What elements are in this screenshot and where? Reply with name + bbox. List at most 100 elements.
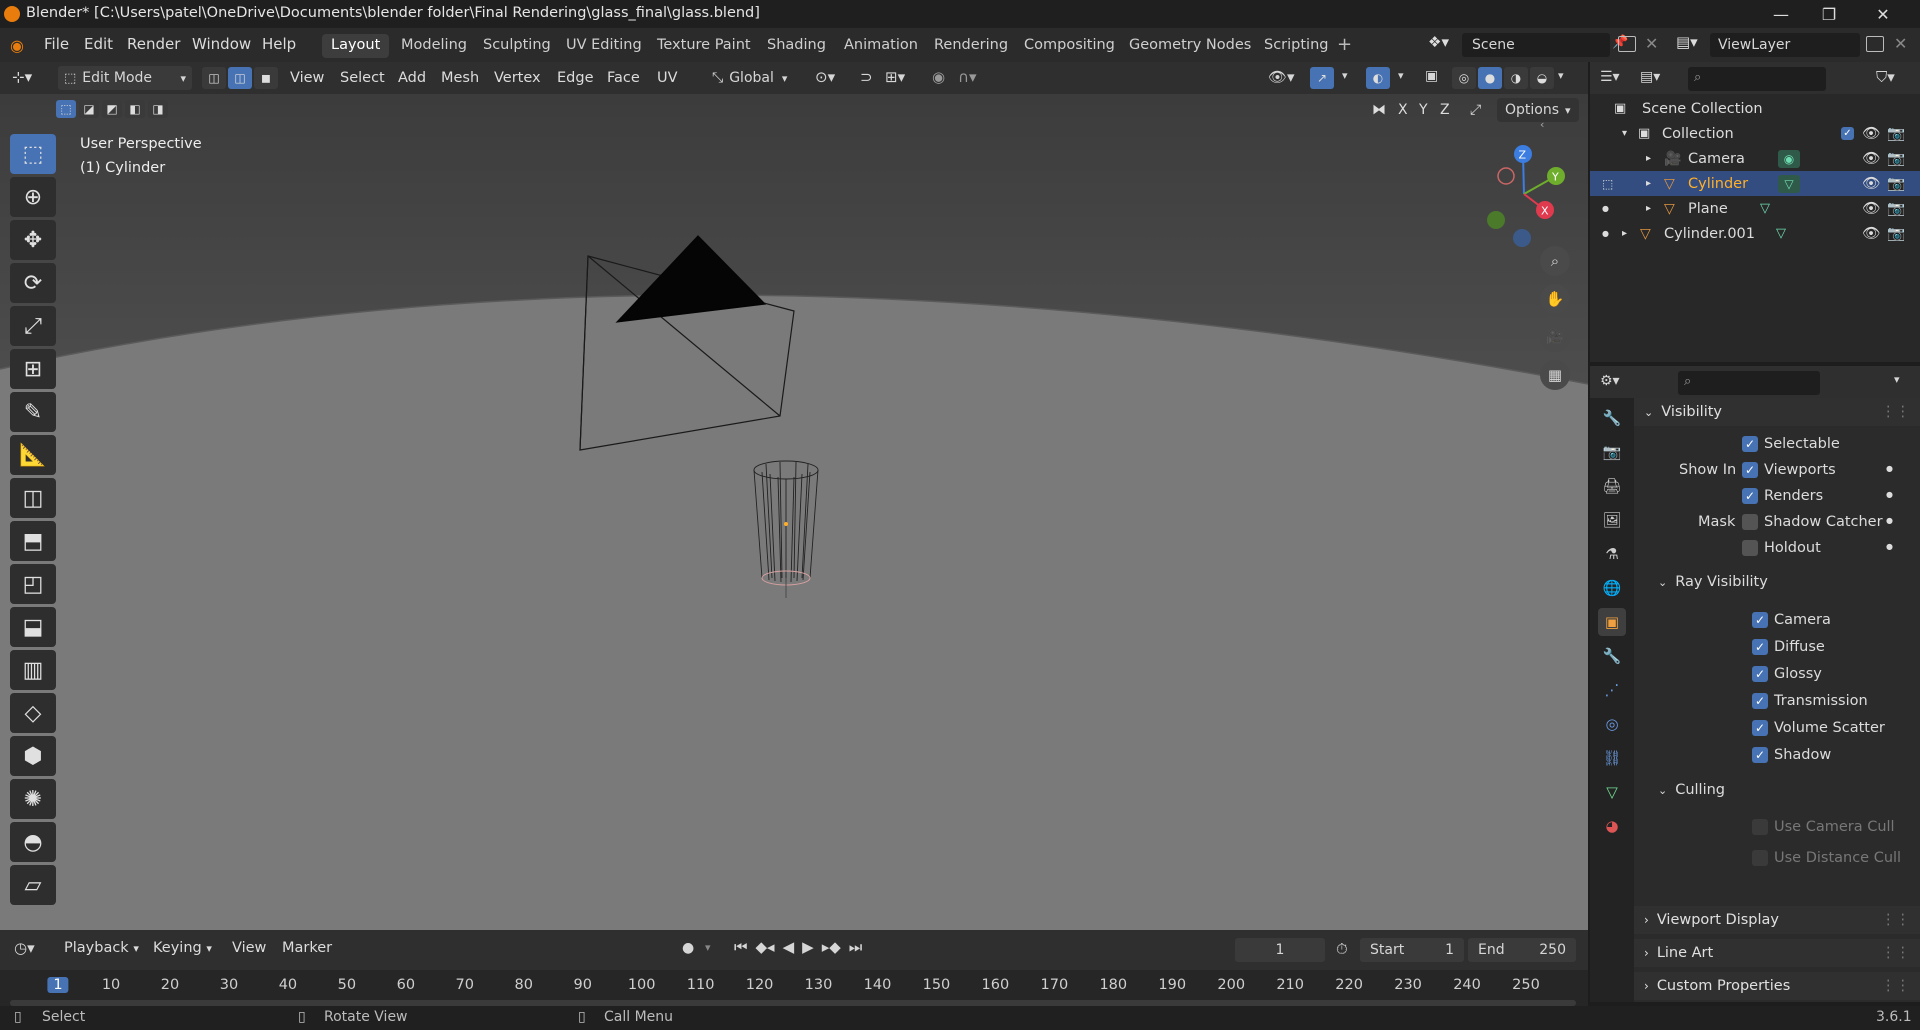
menu-add[interactable]: Add bbox=[398, 70, 426, 86]
frame-tick[interactable]: 190 bbox=[1158, 977, 1186, 993]
frame-tick[interactable]: 20 bbox=[161, 977, 179, 993]
mesh-data-icon[interactable]: ▽ bbox=[1776, 226, 1786, 241]
select-extend-icon[interactable]: ◪ bbox=[79, 100, 99, 118]
viewports-checkbox[interactable]: ✓ Viewports bbox=[1742, 462, 1836, 478]
properties-editor-icon[interactable]: ⚙▾ bbox=[1600, 373, 1620, 389]
outliner-row-cylinder-001[interactable]: ● ▸ ▽ Cylinder.001 ▽ 👁 📷 bbox=[1590, 221, 1920, 246]
tab-animation[interactable]: Animation bbox=[835, 34, 927, 58]
transform-tool-icon[interactable]: ⊞ bbox=[10, 349, 56, 389]
frame-tick[interactable]: 140 bbox=[864, 977, 892, 993]
menu-help[interactable]: Help bbox=[262, 35, 296, 53]
delete-view-layer-icon[interactable]: ✕ bbox=[1894, 34, 1907, 53]
ray-camera-checkbox[interactable]: ✓ Camera bbox=[1752, 612, 1831, 628]
vertex-select-icon[interactable]: ◫ bbox=[202, 67, 226, 89]
menu-mesh[interactable]: Mesh bbox=[441, 70, 479, 86]
render-camera-icon[interactable]: 📷 bbox=[1887, 150, 1905, 167]
spin-tool-icon[interactable]: ✺ bbox=[10, 779, 56, 819]
frame-tick[interactable]: 220 bbox=[1335, 977, 1363, 993]
mesh-data-icon[interactable]: ▽ bbox=[1760, 201, 1770, 216]
frame-tick[interactable]: 160 bbox=[982, 977, 1010, 993]
menu-window[interactable]: Window bbox=[192, 35, 251, 53]
holdout-checkbox[interactable]: Holdout bbox=[1742, 540, 1821, 556]
proportional-edit-icon[interactable]: ◉ bbox=[932, 68, 945, 86]
annotate-tool-icon[interactable]: ✎ bbox=[10, 392, 56, 432]
auto-merge-icon[interactable]: ⤢ bbox=[1470, 102, 1481, 118]
rendered-shading-icon[interactable]: ◒ bbox=[1530, 67, 1554, 89]
modifier-tab-icon[interactable]: 🔧 bbox=[1598, 642, 1626, 670]
physics-tab-icon[interactable]: ◎ bbox=[1598, 710, 1626, 738]
face-select-icon[interactable]: ◼ bbox=[254, 67, 278, 89]
tab-shading[interactable]: Shading bbox=[758, 34, 835, 58]
scene-tab-icon[interactable]: ⚗ bbox=[1598, 540, 1626, 568]
frame-tick[interactable]: 70 bbox=[456, 977, 474, 993]
filter-icon[interactable]: ⛉▾ bbox=[1876, 68, 1895, 86]
select-invert-icon[interactable]: ◧ bbox=[125, 100, 145, 118]
frame-tick[interactable]: 40 bbox=[279, 977, 297, 993]
editor-type-icon[interactable]: ⊹▾ bbox=[12, 68, 32, 86]
new-scene-icon[interactable] bbox=[1618, 36, 1636, 52]
current-frame-field[interactable]: 1 bbox=[1235, 938, 1325, 962]
view-layer-field[interactable]: ViewLayer bbox=[1710, 33, 1860, 57]
mesh-data-icon[interactable]: ▽ bbox=[1778, 174, 1800, 193]
stopwatch-icon[interactable]: ⏱ bbox=[1336, 940, 1348, 958]
bevel-tool-icon[interactable]: ⬓ bbox=[10, 607, 56, 647]
particles-tab-icon[interactable]: ⋰ bbox=[1598, 676, 1626, 704]
pivot-point-icon[interactable]: ⊙▾ bbox=[815, 68, 835, 86]
measure-tool-icon[interactable]: 📐 bbox=[10, 435, 56, 475]
drag-handle-icon[interactable]: ⋮⋮ bbox=[1881, 945, 1910, 961]
render-camera-icon[interactable]: 📷 bbox=[1887, 200, 1905, 217]
shear-tool-icon[interactable]: ▱ bbox=[10, 865, 56, 905]
tab-modeling[interactable]: Modeling bbox=[392, 34, 476, 58]
timeline-ruler[interactable]: 1 10 20 30 40 50 60 70 80 90 100 110 120 130 140 150 160… bbox=[0, 970, 1588, 1006]
outliner-row-cylinder[interactable]: ⬚ ▸ ▽ Cylinder ▽ 👁 📷 bbox=[1590, 171, 1920, 196]
navigation-gizmo[interactable]: Z Y X bbox=[1470, 140, 1580, 250]
tab-texture-paint[interactable]: Texture Paint bbox=[648, 34, 760, 58]
ray-volume-scatter-checkbox[interactable]: ✓ Volume Scatter bbox=[1752, 720, 1885, 736]
jump-start-icon[interactable]: ⏮ bbox=[734, 938, 748, 956]
frame-tick[interactable]: 130 bbox=[805, 977, 833, 993]
outliner-row-collection[interactable]: ▾ ▣ Collection ✓ 👁 📷 bbox=[1590, 121, 1920, 146]
mirror-z[interactable]: Z bbox=[1440, 102, 1450, 118]
tab-uv-editing[interactable]: UV Editing bbox=[557, 34, 651, 58]
output-tab-icon[interactable]: 🖨 bbox=[1598, 472, 1626, 500]
frame-tick[interactable]: 250 bbox=[1512, 977, 1540, 993]
menu-edit[interactable]: Edit bbox=[84, 35, 113, 53]
mirror-x[interactable]: X bbox=[1398, 102, 1408, 118]
minimize-button[interactable]: — bbox=[1758, 0, 1804, 28]
edge-select-icon[interactable]: ◫ bbox=[228, 67, 252, 89]
properties-search-input[interactable]: ⌕ bbox=[1678, 371, 1820, 395]
menu-uv[interactable]: UV bbox=[657, 70, 678, 86]
tab-geometry-nodes[interactable]: Geometry Nodes bbox=[1120, 34, 1260, 58]
tool-tab-icon[interactable]: 🔧 bbox=[1598, 404, 1626, 432]
use-distance-cull-checkbox[interactable]: Use Distance Cull bbox=[1752, 850, 1901, 866]
new-view-layer-icon[interactable] bbox=[1866, 36, 1884, 52]
poly-build-tool-icon[interactable]: ⬢ bbox=[10, 736, 56, 776]
visibility-panel-header[interactable]: ⌄ Visibility ⋮⋮ bbox=[1634, 398, 1920, 426]
shadow-catcher-checkbox[interactable]: Shadow Catcher bbox=[1742, 514, 1883, 530]
frame-tick[interactable]: 10 bbox=[102, 977, 120, 993]
timeline-menu-view[interactable]: View bbox=[232, 940, 266, 956]
keyframe-dot-icon[interactable]: ● bbox=[1886, 490, 1893, 499]
delete-scene-icon[interactable]: ✕ bbox=[1645, 34, 1658, 53]
use-camera-cull-checkbox[interactable]: Use Camera Cull bbox=[1752, 819, 1895, 835]
tab-sculpting[interactable]: Sculpting bbox=[474, 34, 560, 58]
selectable-checkbox[interactable]: ✓ Selectable bbox=[1742, 436, 1840, 452]
frame-tick[interactable]: 30 bbox=[220, 977, 238, 993]
transform-orientation-dropdown[interactable]: ⤡ Global ▾ bbox=[708, 66, 791, 90]
frame-tick[interactable]: 200 bbox=[1217, 977, 1245, 993]
render-camera-icon[interactable]: 📷 bbox=[1887, 225, 1905, 242]
ortho-toggle-icon[interactable]: ▦ bbox=[1540, 360, 1570, 390]
scene-name-field[interactable]: Scene bbox=[1462, 33, 1610, 57]
chevron-down-icon[interactable]: ▾ bbox=[1342, 69, 1348, 82]
current-frame-tick[interactable]: 1 bbox=[47, 977, 69, 993]
select-box-tool-icon[interactable]: ⬚ bbox=[10, 134, 56, 174]
snap-icon[interactable]: ⊃ bbox=[860, 68, 873, 86]
outliner-search-input[interactable]: ⌕ bbox=[1688, 67, 1826, 91]
record-icon[interactable]: ● bbox=[682, 940, 694, 956]
material-tab-icon[interactable]: ◕ bbox=[1598, 812, 1626, 840]
outliner-row-scene-collection[interactable]: ▣ Scene Collection bbox=[1590, 96, 1920, 121]
frame-tick[interactable]: 170 bbox=[1041, 977, 1069, 993]
mode-dropdown[interactable]: ⬚ Edit Mode ▾ bbox=[58, 66, 192, 90]
world-tab-icon[interactable]: 🌐 bbox=[1598, 574, 1626, 602]
collapse-sidebar-icon[interactable]: ‹ bbox=[1540, 118, 1544, 131]
